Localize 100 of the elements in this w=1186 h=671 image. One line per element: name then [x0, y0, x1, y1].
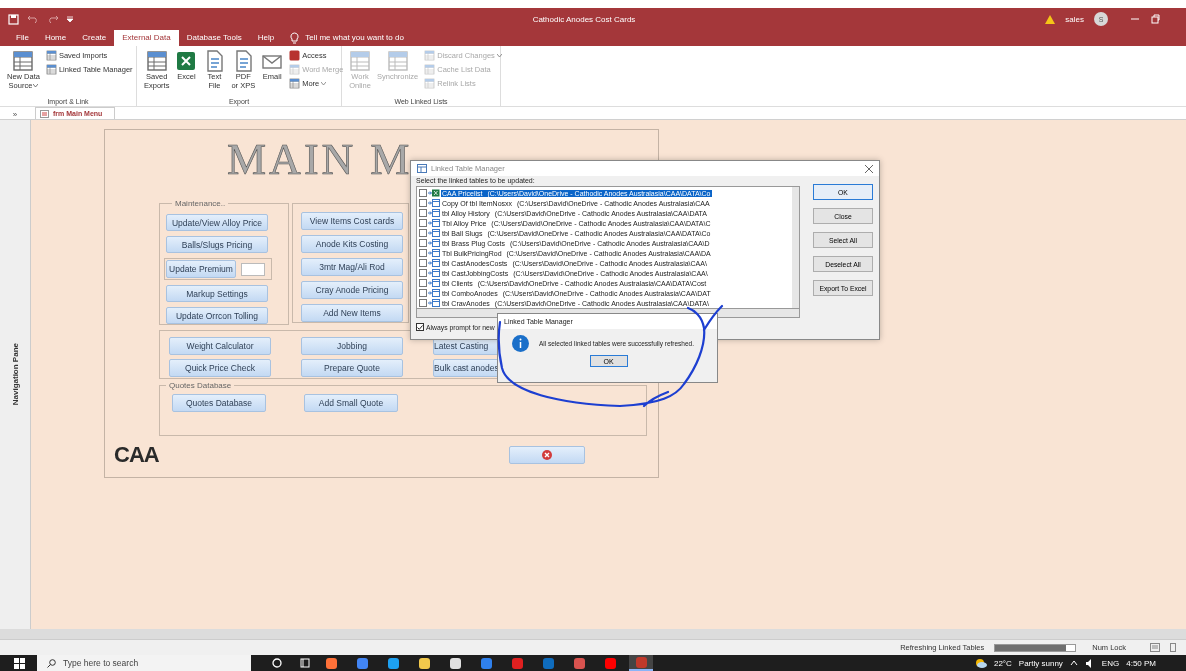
- chevron-up-icon[interactable]: [1069, 660, 1078, 666]
- form-button[interactable]: 3mtr Mag/Ali Rod: [301, 258, 403, 276]
- database-icon: [289, 49, 301, 61]
- table-icon: [424, 77, 436, 89]
- linked-table-icon: [428, 199, 440, 207]
- tell-me-search[interactable]: Tell me what you want to do: [305, 33, 404, 46]
- checkbox[interactable]: [419, 229, 427, 237]
- input-field[interactable]: [241, 262, 265, 276]
- form-button[interactable]: View Items Cost cards: [301, 212, 403, 230]
- form-button[interactable]: Quotes Database: [172, 394, 266, 412]
- window-title: Cathodic Anodes Cost Cards: [531, 14, 637, 24]
- ribbon-tab[interactable]: External Data: [114, 30, 179, 46]
- temperature: 22°C: [993, 658, 1012, 668]
- redo-icon[interactable]: [47, 14, 59, 24]
- checkbox[interactable]: [419, 259, 427, 267]
- form-button[interactable]: Add Small Quote: [304, 394, 398, 412]
- checkbox[interactable]: [419, 299, 427, 307]
- form-button[interactable]: Add New Items: [301, 304, 403, 322]
- checkbox[interactable]: [419, 199, 427, 207]
- form-view-icon[interactable]: [1150, 643, 1160, 652]
- form-button[interactable]: Prepare Quote: [301, 359, 403, 377]
- checkbox[interactable]: [419, 269, 427, 277]
- ribbon-tab[interactable]: Home: [36, 30, 75, 46]
- save-icon[interactable]: [8, 13, 19, 25]
- form-button[interactable]: Quick Price Check: [169, 359, 271, 377]
- task-view-icon[interactable]: [300, 658, 310, 668]
- form-button[interactable]: Update Orrcon Tolling: [166, 307, 268, 324]
- form-button[interactable]: Update/View Alloy Price: [166, 214, 268, 231]
- table-icon: [289, 63, 301, 75]
- linked-table-icon: [428, 249, 440, 257]
- form-button[interactable]: Markup Settings: [166, 285, 268, 302]
- spreadsheet-icon: [175, 50, 198, 72]
- checkbox[interactable]: [419, 189, 427, 197]
- user-name: sales: [1065, 14, 1084, 24]
- clock[interactable]: 4:50 PM: [1126, 658, 1156, 668]
- ribbon-tab[interactable]: File: [8, 30, 37, 46]
- ribbon-tab[interactable]: Create: [74, 30, 115, 46]
- warning-icon: [1045, 14, 1056, 24]
- linked-spreadsheet-icon: [428, 189, 440, 197]
- table-icon: [145, 50, 168, 72]
- form-heading: MAIN M: [227, 134, 413, 186]
- checkbox[interactable]: [416, 323, 424, 331]
- linked-table-icon: [428, 229, 440, 237]
- scrollbar[interactable]: [792, 187, 799, 308]
- form-button[interactable]: Jobbing: [301, 337, 403, 355]
- checkbox[interactable]: [419, 279, 427, 287]
- group-legend: Quotes Database: [166, 381, 235, 390]
- form-button[interactable]: Anode Kits Costing: [301, 235, 403, 253]
- weather-text: Partly sunny: [1018, 658, 1063, 668]
- table-icon: [424, 63, 436, 75]
- checkbox[interactable]: [419, 249, 427, 257]
- search-field[interactable]: Type here to search: [37, 655, 251, 671]
- table-icon: [424, 49, 436, 61]
- table-icon: [349, 50, 371, 72]
- circle-icon[interactable]: [272, 658, 282, 668]
- group-legend: Maintenance..: [172, 199, 229, 208]
- linked-table-icon: [428, 239, 440, 247]
- checkbox[interactable]: [419, 239, 427, 247]
- table-icon: [417, 164, 427, 173]
- close-icon: [541, 450, 552, 460]
- linked-table-icon: [428, 269, 440, 277]
- table-icon: [45, 49, 57, 61]
- lightbulb-icon: [290, 32, 300, 44]
- linked-table-icon: [428, 289, 440, 297]
- customize-icon[interactable]: [67, 15, 73, 23]
- table-icon: [289, 77, 301, 89]
- checkmark-icon: [417, 324, 423, 330]
- linked-table-icon: [428, 279, 440, 287]
- checkbox[interactable]: [419, 289, 427, 297]
- app-icon: [480, 657, 492, 669]
- nav-pane-toggle[interactable]: »: [0, 110, 30, 119]
- horizontal-scrollbar[interactable]: [0, 629, 1186, 639]
- ribbon-tab[interactable]: Database Tools: [178, 30, 250, 46]
- app-icon: [573, 657, 585, 669]
- close-form-button[interactable]: [508, 446, 585, 464]
- form-button[interactable]: Balls/Slugs Pricing: [166, 236, 268, 253]
- ribbon-tab[interactable]: Help: [249, 30, 283, 46]
- restore-icon[interactable]: [1150, 14, 1160, 24]
- form-button[interactable]: Weight Calculator: [169, 337, 271, 355]
- navigation-pane[interactable]: Navigation Pane: [0, 120, 31, 629]
- form-button[interactable]: Update Premium: [166, 260, 236, 278]
- design-view-icon[interactable]: [1170, 643, 1176, 652]
- undo-icon[interactable]: [27, 14, 39, 24]
- app-icon: [325, 657, 337, 669]
- checkbox[interactable]: [419, 219, 427, 227]
- windows-start-icon[interactable]: [14, 657, 25, 669]
- linked-table-icon: [428, 259, 440, 267]
- company-logo: CAA: [114, 442, 159, 468]
- app-icon: [635, 656, 647, 668]
- checkbox[interactable]: [419, 209, 427, 217]
- info-icon: [512, 335, 529, 352]
- app-icon: [604, 657, 616, 669]
- form-button[interactable]: Cray Anode Pricing: [301, 281, 403, 299]
- close-icon[interactable]: [865, 164, 873, 173]
- search-icon: [47, 658, 56, 668]
- weather-icon: [974, 658, 987, 668]
- table-icon: [386, 50, 409, 72]
- table-icon: [12, 50, 35, 72]
- language-indicator[interactable]: ENG: [1101, 658, 1120, 668]
- table-icon: [45, 63, 57, 75]
